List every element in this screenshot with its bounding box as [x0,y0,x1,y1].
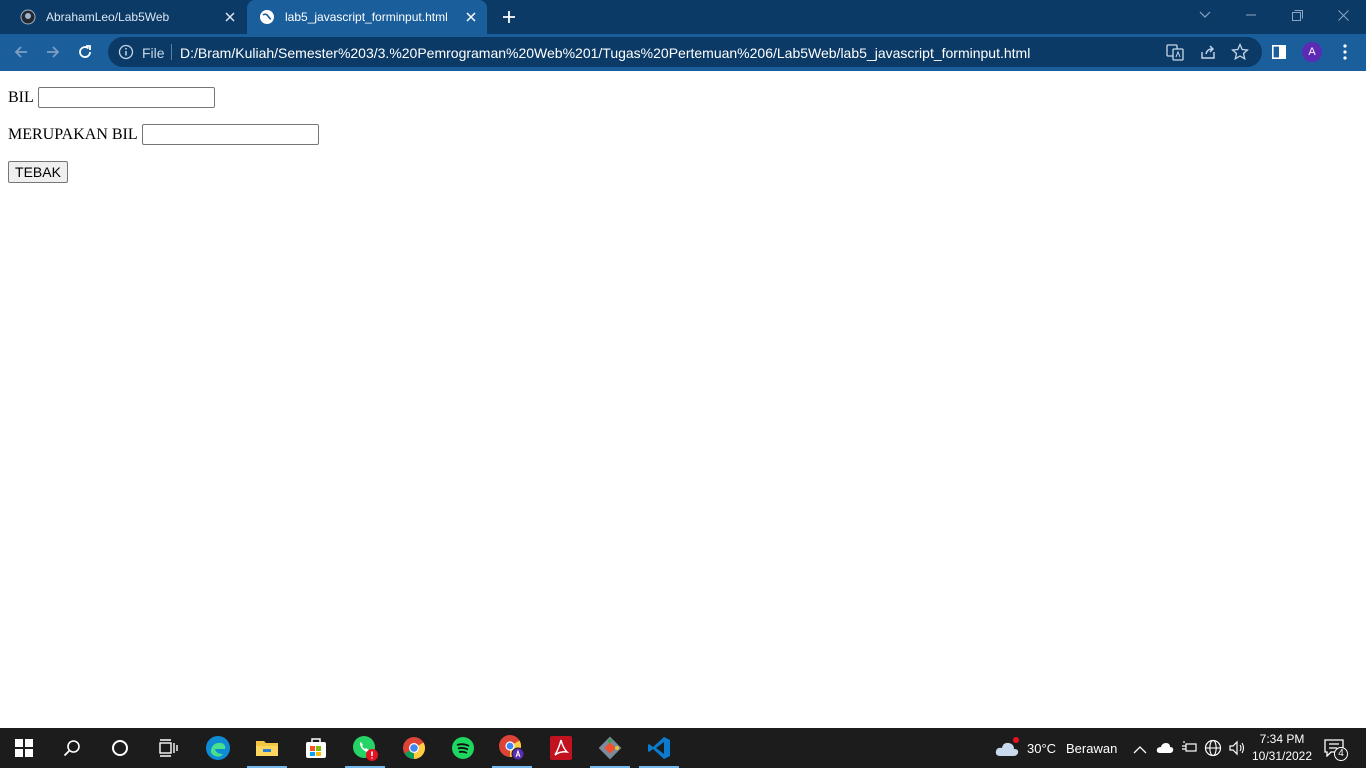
omnibox-divider [171,44,172,60]
git-icon [598,736,622,760]
taskbar-app-store[interactable] [292,728,340,768]
system-clock[interactable]: 7:34 PM 10/31/2022 [1248,731,1316,765]
battery-tray-icon[interactable] [1181,740,1197,759]
reload-button[interactable] [70,37,100,67]
arrow-right-icon [47,46,60,58]
close-window-button[interactable] [1320,0,1366,30]
taskbar-app-acrobat[interactable] [537,728,585,768]
notification-badge: 4 [1334,747,1348,761]
profile-avatar[interactable]: A [1302,42,1322,62]
close-tab-icon[interactable] [459,5,483,29]
restore-icon [1291,9,1303,21]
forward-button[interactable] [38,37,68,67]
store-icon [306,738,326,758]
result-input[interactable] [141,124,319,145]
bil-label: BIL [8,88,34,106]
github-icon [20,9,36,25]
task-view-button[interactable] [144,728,192,768]
bookmark-star-icon[interactable] [1231,43,1249,61]
clock-date: 10/31/2022 [1251,749,1313,763]
weather-widget[interactable] [994,736,1022,760]
task-view-icon [159,739,178,757]
taskbar-app-spotify[interactable] [439,728,487,768]
scheme-label: File [142,45,165,61]
search-icon [63,740,80,757]
chevron-down-icon [1199,11,1211,18]
minimize-button[interactable] [1228,0,1274,30]
acrobat-icon [550,736,572,760]
page-content: BIL MERUPAKAN BIL TEBAK [0,71,1366,728]
clock-time: 7:34 PM [1259,732,1305,746]
browser-toolbar: File D:/Bram/Kuliah/Semester%203/3.%20Pe… [0,34,1366,71]
taskbar-app-file-explorer[interactable] [243,728,291,768]
restore-button[interactable] [1274,0,1320,30]
windows-taskbar: 30°C Berawan 7:34 PM 10/31/2022 4 [0,728,1366,768]
tab-search-button[interactable] [1182,0,1228,30]
volume-tray-icon[interactable] [1228,739,1246,762]
taskbar-app-edge[interactable] [194,728,242,768]
chrome-icon [403,737,425,759]
taskbar-app-chrome[interactable] [390,728,438,768]
taskbar-search-button[interactable] [48,728,96,768]
info-icon[interactable] [118,44,134,60]
chrome-profile-icon [499,735,525,761]
start-button[interactable] [0,728,48,768]
tab-title: AbrahamLeo/Lab5Web [46,10,170,24]
tebak-button[interactable]: TEBAK [8,161,68,183]
tab-strip: AbrahamLeo/Lab5Web lab5_javascript_formi… [0,0,1366,34]
chevron-up-icon [1133,746,1147,754]
network-tray-icon[interactable] [1204,739,1222,762]
taskbar-app-chrome-profile[interactable] [488,728,536,768]
taskbar-app-git[interactable] [586,728,634,768]
taskbar-app-vscode[interactable] [635,728,683,768]
cloud-weather-icon [995,737,1019,756]
url-text[interactable]: D:/Bram/Kuliah/Semester%203/3.%20Pemrogr… [180,45,1030,61]
arrow-left-icon [14,46,27,58]
minimize-icon [1246,14,1256,16]
close-icon [1337,9,1349,21]
cortana-button[interactable] [96,728,144,768]
translate-icon[interactable] [1166,43,1184,61]
tab-forminput[interactable]: lab5_javascript_forminput.html [247,0,487,34]
spotify-icon [452,737,474,759]
tab-title: lab5_javascript_forminput.html [285,10,448,24]
weather-temp: 30°C [1027,741,1057,756]
show-hidden-icons-button[interactable] [1133,742,1147,760]
onedrive-tray-icon[interactable] [1156,741,1174,759]
bil-row: BIL [8,87,215,108]
vscode-icon [648,737,670,759]
globe-network-icon [1204,739,1222,757]
tab-github[interactable]: AbrahamLeo/Lab5Web [8,0,246,34]
result-label: MERUPAKAN BIL [8,125,138,143]
whatsapp-icon [353,736,378,761]
result-row: MERUPAKAN BIL [8,124,319,145]
onedrive-icon [1156,743,1174,753]
reload-icon [79,45,91,58]
close-tab-icon[interactable] [218,5,242,29]
globe-icon [259,9,275,25]
new-tab-button[interactable] [496,5,522,29]
browser-menu-button[interactable] [1330,37,1360,67]
action-center-button[interactable]: 4 [1324,738,1350,762]
address-bar[interactable]: File D:/Bram/Kuliah/Semester%203/3.%20Pe… [108,37,1262,67]
back-button[interactable] [6,37,36,67]
share-icon[interactable] [1199,43,1217,61]
folder-icon [256,741,278,756]
cortana-icon [112,740,128,756]
taskbar-app-whatsapp[interactable] [341,728,389,768]
side-panel-icon [1272,45,1286,59]
power-plug-icon [1182,741,1197,752]
more-vertical-icon [1343,44,1347,60]
edge-icon [206,736,230,760]
weather-description: Berawan [1066,741,1118,756]
speaker-icon [1229,740,1245,756]
side-panel-button[interactable] [1264,37,1294,67]
windows-logo-icon [15,739,33,757]
plus-icon [503,11,515,23]
bil-input[interactable] [37,87,215,108]
